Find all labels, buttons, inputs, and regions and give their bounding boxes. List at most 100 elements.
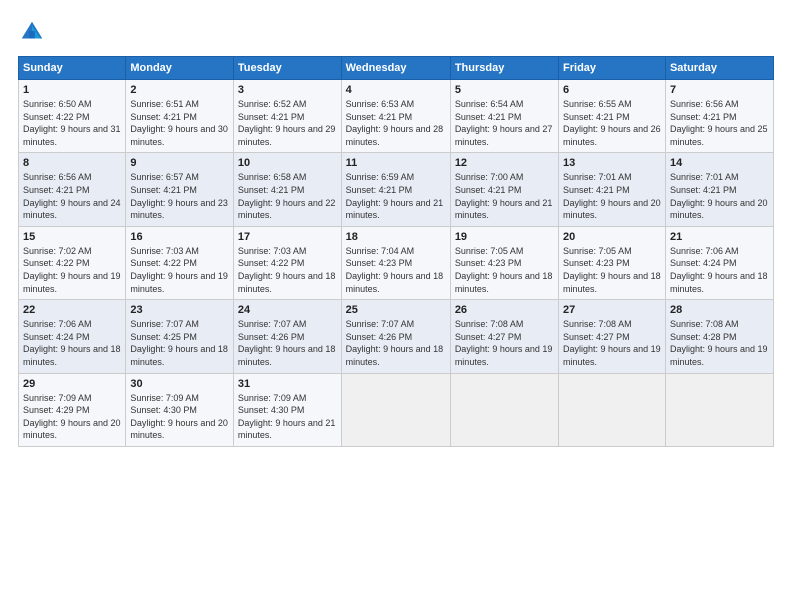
day-number: 30 <box>130 378 229 390</box>
day-number: 17 <box>238 231 337 243</box>
day-info: Sunrise: 7:05 AM Sunset: 4:23 PM Dayligh… <box>455 245 554 295</box>
calendar-week-3: 15 Sunrise: 7:02 AM Sunset: 4:22 PM Dayl… <box>19 226 774 299</box>
calendar-cell: 12 Sunrise: 7:00 AM Sunset: 4:21 PM Dayl… <box>450 153 558 226</box>
day-info: Sunrise: 7:07 AM Sunset: 4:26 PM Dayligh… <box>238 318 337 368</box>
day-info: Sunrise: 7:03 AM Sunset: 4:22 PM Dayligh… <box>130 245 229 295</box>
day-info: Sunrise: 6:58 AM Sunset: 4:21 PM Dayligh… <box>238 171 337 221</box>
calendar-cell: 5 Sunrise: 6:54 AM Sunset: 4:21 PM Dayli… <box>450 80 558 153</box>
day-number: 22 <box>23 304 121 316</box>
day-number: 31 <box>238 378 337 390</box>
calendar-cell: 15 Sunrise: 7:02 AM Sunset: 4:22 PM Dayl… <box>19 226 126 299</box>
day-number: 3 <box>238 84 337 96</box>
day-info: Sunrise: 6:53 AM Sunset: 4:21 PM Dayligh… <box>346 98 446 148</box>
day-number: 26 <box>455 304 554 316</box>
calendar-cell: 22 Sunrise: 7:06 AM Sunset: 4:24 PM Dayl… <box>19 300 126 373</box>
day-number: 4 <box>346 84 446 96</box>
calendar-cell: 20 Sunrise: 7:05 AM Sunset: 4:23 PM Dayl… <box>559 226 666 299</box>
calendar-cell: 11 Sunrise: 6:59 AM Sunset: 4:21 PM Dayl… <box>341 153 450 226</box>
calendar-cell: 3 Sunrise: 6:52 AM Sunset: 4:21 PM Dayli… <box>233 80 341 153</box>
calendar-cell: 9 Sunrise: 6:57 AM Sunset: 4:21 PM Dayli… <box>126 153 234 226</box>
day-info: Sunrise: 6:57 AM Sunset: 4:21 PM Dayligh… <box>130 171 229 221</box>
calendar-cell: 25 Sunrise: 7:07 AM Sunset: 4:26 PM Dayl… <box>341 300 450 373</box>
calendar-cell: 27 Sunrise: 7:08 AM Sunset: 4:27 PM Dayl… <box>559 300 666 373</box>
logo <box>18 18 48 46</box>
day-info: Sunrise: 7:05 AM Sunset: 4:23 PM Dayligh… <box>563 245 661 295</box>
calendar-cell: 21 Sunrise: 7:06 AM Sunset: 4:24 PM Dayl… <box>665 226 773 299</box>
day-number: 1 <box>23 84 121 96</box>
day-number: 9 <box>130 157 229 169</box>
calendar-cell: 13 Sunrise: 7:01 AM Sunset: 4:21 PM Dayl… <box>559 153 666 226</box>
day-number: 8 <box>23 157 121 169</box>
day-info: Sunrise: 6:54 AM Sunset: 4:21 PM Dayligh… <box>455 98 554 148</box>
day-info: Sunrise: 6:50 AM Sunset: 4:22 PM Dayligh… <box>23 98 121 148</box>
calendar-table: SundayMondayTuesdayWednesdayThursdayFrid… <box>18 56 774 447</box>
calendar-cell: 18 Sunrise: 7:04 AM Sunset: 4:23 PM Dayl… <box>341 226 450 299</box>
day-number: 21 <box>670 231 769 243</box>
day-info: Sunrise: 7:08 AM Sunset: 4:27 PM Dayligh… <box>455 318 554 368</box>
calendar-cell <box>559 373 666 446</box>
day-number: 16 <box>130 231 229 243</box>
day-number: 2 <box>130 84 229 96</box>
day-info: Sunrise: 7:01 AM Sunset: 4:21 PM Dayligh… <box>670 171 769 221</box>
calendar-cell <box>450 373 558 446</box>
day-info: Sunrise: 6:56 AM Sunset: 4:21 PM Dayligh… <box>670 98 769 148</box>
day-number: 29 <box>23 378 121 390</box>
calendar-cell: 30 Sunrise: 7:09 AM Sunset: 4:30 PM Dayl… <box>126 373 234 446</box>
day-number: 25 <box>346 304 446 316</box>
calendar-cell: 14 Sunrise: 7:01 AM Sunset: 4:21 PM Dayl… <box>665 153 773 226</box>
day-number: 6 <box>563 84 661 96</box>
day-info: Sunrise: 6:51 AM Sunset: 4:21 PM Dayligh… <box>130 98 229 148</box>
day-number: 10 <box>238 157 337 169</box>
weekday-header-thursday: Thursday <box>450 57 558 80</box>
day-info: Sunrise: 7:09 AM Sunset: 4:30 PM Dayligh… <box>130 392 229 442</box>
calendar-cell: 29 Sunrise: 7:09 AM Sunset: 4:29 PM Dayl… <box>19 373 126 446</box>
logo-icon <box>18 18 46 46</box>
weekday-header-monday: Monday <box>126 57 234 80</box>
calendar-cell: 28 Sunrise: 7:08 AM Sunset: 4:28 PM Dayl… <box>665 300 773 373</box>
calendar-cell: 1 Sunrise: 6:50 AM Sunset: 4:22 PM Dayli… <box>19 80 126 153</box>
calendar-cell: 6 Sunrise: 6:55 AM Sunset: 4:21 PM Dayli… <box>559 80 666 153</box>
day-info: Sunrise: 7:07 AM Sunset: 4:26 PM Dayligh… <box>346 318 446 368</box>
page: SundayMondayTuesdayWednesdayThursdayFrid… <box>0 0 792 612</box>
day-number: 19 <box>455 231 554 243</box>
day-info: Sunrise: 7:08 AM Sunset: 4:27 PM Dayligh… <box>563 318 661 368</box>
calendar-cell <box>341 373 450 446</box>
calendar-cell: 26 Sunrise: 7:08 AM Sunset: 4:27 PM Dayl… <box>450 300 558 373</box>
calendar-week-5: 29 Sunrise: 7:09 AM Sunset: 4:29 PM Dayl… <box>19 373 774 446</box>
day-info: Sunrise: 7:01 AM Sunset: 4:21 PM Dayligh… <box>563 171 661 221</box>
calendar-cell: 8 Sunrise: 6:56 AM Sunset: 4:21 PM Dayli… <box>19 153 126 226</box>
calendar-cell: 24 Sunrise: 7:07 AM Sunset: 4:26 PM Dayl… <box>233 300 341 373</box>
calendar-cell: 2 Sunrise: 6:51 AM Sunset: 4:21 PM Dayli… <box>126 80 234 153</box>
calendar-cell: 17 Sunrise: 7:03 AM Sunset: 4:22 PM Dayl… <box>233 226 341 299</box>
day-number: 12 <box>455 157 554 169</box>
calendar-cell: 23 Sunrise: 7:07 AM Sunset: 4:25 PM Dayl… <box>126 300 234 373</box>
calendar-cell <box>665 373 773 446</box>
day-info: Sunrise: 7:02 AM Sunset: 4:22 PM Dayligh… <box>23 245 121 295</box>
calendar-cell: 7 Sunrise: 6:56 AM Sunset: 4:21 PM Dayli… <box>665 80 773 153</box>
day-number: 20 <box>563 231 661 243</box>
day-number: 11 <box>346 157 446 169</box>
calendar-cell: 19 Sunrise: 7:05 AM Sunset: 4:23 PM Dayl… <box>450 226 558 299</box>
day-number: 14 <box>670 157 769 169</box>
calendar-week-4: 22 Sunrise: 7:06 AM Sunset: 4:24 PM Dayl… <box>19 300 774 373</box>
day-number: 5 <box>455 84 554 96</box>
calendar-week-2: 8 Sunrise: 6:56 AM Sunset: 4:21 PM Dayli… <box>19 153 774 226</box>
day-number: 28 <box>670 304 769 316</box>
day-info: Sunrise: 7:06 AM Sunset: 4:24 PM Dayligh… <box>670 245 769 295</box>
calendar-cell: 16 Sunrise: 7:03 AM Sunset: 4:22 PM Dayl… <box>126 226 234 299</box>
day-number: 7 <box>670 84 769 96</box>
day-info: Sunrise: 7:09 AM Sunset: 4:29 PM Dayligh… <box>23 392 121 442</box>
day-info: Sunrise: 6:56 AM Sunset: 4:21 PM Dayligh… <box>23 171 121 221</box>
header <box>18 18 774 46</box>
day-info: Sunrise: 7:03 AM Sunset: 4:22 PM Dayligh… <box>238 245 337 295</box>
calendar-cell: 4 Sunrise: 6:53 AM Sunset: 4:21 PM Dayli… <box>341 80 450 153</box>
calendar-cell: 31 Sunrise: 7:09 AM Sunset: 4:30 PM Dayl… <box>233 373 341 446</box>
day-number: 27 <box>563 304 661 316</box>
day-number: 15 <box>23 231 121 243</box>
weekday-header-tuesday: Tuesday <box>233 57 341 80</box>
calendar-cell: 10 Sunrise: 6:58 AM Sunset: 4:21 PM Dayl… <box>233 153 341 226</box>
day-info: Sunrise: 6:55 AM Sunset: 4:21 PM Dayligh… <box>563 98 661 148</box>
day-number: 24 <box>238 304 337 316</box>
day-info: Sunrise: 7:08 AM Sunset: 4:28 PM Dayligh… <box>670 318 769 368</box>
day-info: Sunrise: 7:09 AM Sunset: 4:30 PM Dayligh… <box>238 392 337 442</box>
